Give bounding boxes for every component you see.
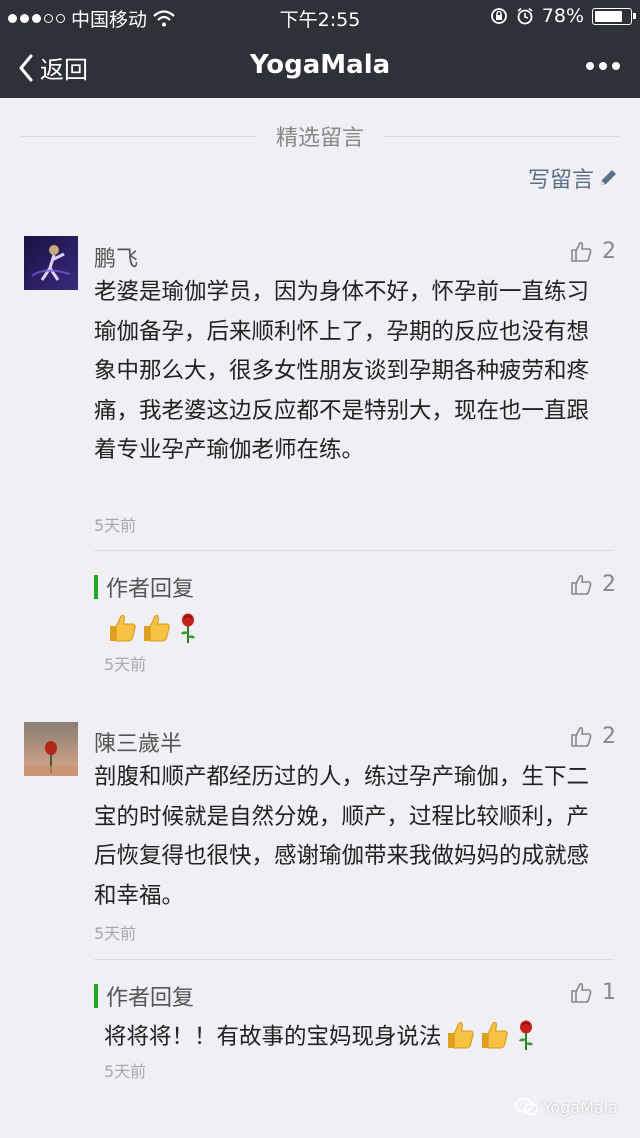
rose-emoji-icon [518, 1020, 533, 1050]
wechat-icon [514, 1097, 539, 1115]
avatar[interactable] [24, 722, 78, 776]
reply-like-count: 1 [602, 980, 616, 1005]
comment-text: 剖腹和顺产都经历过的人，练过孕产瑜伽，生下二宝的时候就是自然分娩，顺产，过程比较… [94, 764, 590, 909]
comment-item: 陳三歲半 2 剖腹和顺产都经历过的人，练过孕产瑜伽，生下二宝的时候就是自然分娩，… [0, 0, 640, 1100]
thumbs-up-emoji-icon [481, 1021, 508, 1049]
like-count: 2 [602, 724, 616, 749]
reply-text-content: 将将将！！有故事的宝妈现身说法 [104, 1024, 442, 1050]
like-button[interactable]: 2 [570, 724, 616, 749]
watermark-text: YogaMala [542, 1097, 618, 1117]
watermark: YogaMala [514, 1097, 618, 1117]
thumbs-up-emoji-icon [447, 1021, 474, 1049]
author-reply-text: 将将将！！有故事的宝妈现身说法 [104, 1019, 540, 1051]
reply-like-button[interactable]: 1 [570, 980, 616, 1005]
comment-author: 陳三歲半 [94, 732, 183, 757]
comment-time: 5天前 [94, 924, 137, 943]
thumbs-up-icon [571, 726, 592, 747]
author-reply-label: 作者回复 [94, 980, 194, 1012]
thumbs-up-icon [571, 982, 592, 1003]
reply-time: 5天前 [104, 1062, 147, 1081]
reply-divider [94, 959, 614, 960]
